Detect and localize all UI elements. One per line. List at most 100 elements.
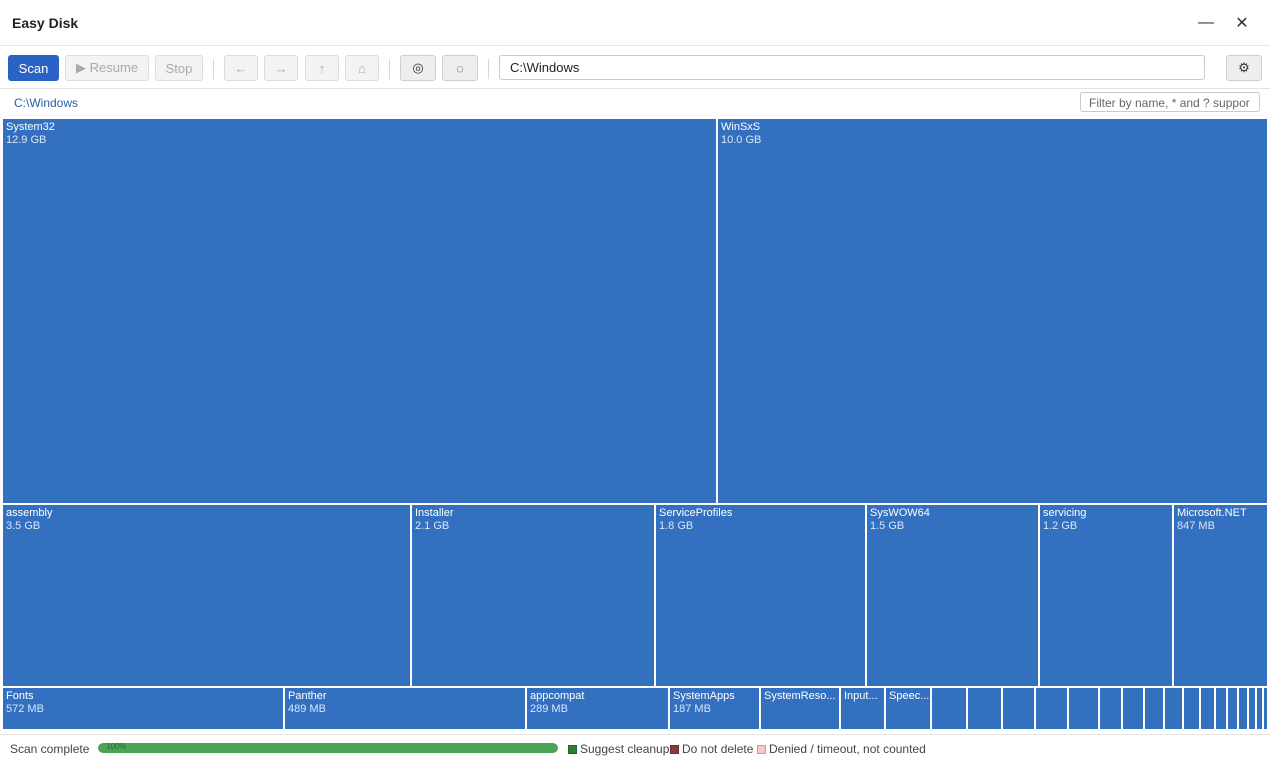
app-title: Easy Disk: [12, 14, 79, 31]
scan-button[interactable]: Scan: [8, 55, 59, 81]
toolbar-separator: [213, 59, 214, 79]
tile-name: Installer: [415, 507, 454, 519]
treemap-tile[interactable]: SysWOW64 1.5 GB: [866, 504, 1039, 687]
treemap-tile[interactable]: Panther 489 MB: [284, 687, 526, 730]
tile-name: WinSxS: [721, 121, 761, 133]
settings-button[interactable]: ⚙: [1226, 55, 1262, 81]
tile-size: 10.0 GB: [721, 134, 762, 146]
breadcrumb[interactable]: C:\Windows: [14, 96, 78, 110]
treemap-tile[interactable]: [1215, 687, 1227, 730]
title-bar: Easy Disk — ✕: [0, 0, 1270, 46]
forward-button[interactable]: →: [264, 55, 298, 81]
tile-name: appcompat: [530, 690, 585, 702]
home-button[interactable]: ⌂: [345, 55, 379, 81]
tile-name: Fonts: [6, 690, 34, 702]
legend-denied: Denied / timeout, not counted: [757, 742, 926, 756]
treemap-tile[interactable]: Speec...: [885, 687, 931, 730]
filter-input[interactable]: Filter by name, * and ? suppor: [1080, 92, 1260, 112]
dotted-circle-icon: ◌: [456, 60, 464, 76]
stop-button[interactable]: Stop: [155, 55, 203, 81]
legend-suggest-cleanup: Suggest cleanup: [568, 742, 669, 756]
treemap-tile[interactable]: ServiceProfiles 1.8 GB: [655, 504, 866, 687]
toolbar-separator: [488, 59, 489, 79]
treemap-tile[interactable]: Fonts 572 MB: [2, 687, 284, 730]
treemap-tile[interactable]: [1164, 687, 1183, 730]
tile-name: servicing: [1043, 507, 1087, 519]
tile-name: Speec...: [889, 690, 930, 702]
treemap-tile[interactable]: SystemApps 187 MB: [669, 687, 760, 730]
legend-swatch: [757, 744, 766, 754]
treemap-tile[interactable]: [1248, 687, 1256, 730]
treemap-tile[interactable]: [1122, 687, 1144, 730]
tile-name: SystemApps: [673, 690, 735, 702]
tile-name: Panther: [288, 690, 327, 702]
tile-size: 289 MB: [530, 703, 568, 715]
treemap-tile[interactable]: [1238, 687, 1248, 730]
tile-size: 489 MB: [288, 703, 326, 715]
back-button[interactable]: ←: [224, 55, 258, 81]
tile-name: SysWOW64: [870, 507, 930, 519]
treemap-tile[interactable]: assembly 3.5 GB: [2, 504, 411, 687]
progress-fill: [98, 743, 558, 753]
tile-size: 2.1 GB: [415, 520, 450, 532]
legend-swatch: [568, 744, 577, 754]
legend-do-not-delete: Do not delete: [670, 742, 753, 756]
treemap-tile[interactable]: Installer 2.1 GB: [411, 504, 655, 687]
scan-progress-bar: 100%: [98, 743, 558, 753]
minimize-button[interactable]: —: [1191, 10, 1221, 36]
treemap-tile[interactable]: [1068, 687, 1099, 730]
tile-size: 187 MB: [673, 703, 711, 715]
treemap-tile[interactable]: [1099, 687, 1122, 730]
close-button[interactable]: ✕: [1227, 10, 1257, 36]
treemap-tile[interactable]: WinSxS 10.0 GB: [717, 118, 1268, 504]
treemap-tile[interactable]: appcompat 289 MB: [526, 687, 669, 730]
treemap-tile[interactable]: System32 12.9 GB: [2, 118, 717, 504]
treemap-tile[interactable]: [1183, 687, 1200, 730]
path-input[interactable]: C:\Windows: [499, 55, 1205, 80]
tile-name: SystemReso...: [764, 690, 836, 702]
target-button[interactable]: ◎: [400, 55, 436, 81]
toolbar-separator: [389, 59, 390, 79]
status-bar: Scan complete 100% Suggest cleanup Do no…: [0, 734, 1270, 760]
tile-size: 1.5 GB: [870, 520, 905, 532]
resume-button[interactable]: ▶ Resume: [65, 55, 149, 81]
treemap-tile[interactable]: [1002, 687, 1035, 730]
tile-name: Input...: [844, 690, 878, 702]
status-text: Scan complete: [10, 742, 90, 756]
tile-size: 847 MB: [1177, 520, 1215, 532]
tile-size: 1.2 GB: [1043, 520, 1078, 532]
legend-label: Denied / timeout, not counted: [769, 742, 926, 756]
tile-name: Microsoft.NET: [1177, 507, 1247, 519]
tile-size: 3.5 GB: [6, 520, 41, 532]
arrow-up-icon: ↑: [318, 60, 326, 76]
legend-label: Do not delete: [682, 742, 754, 756]
dotted-circle-button[interactable]: ◌: [442, 55, 478, 81]
home-icon: ⌂: [358, 60, 366, 76]
tile-size: 12.9 GB: [6, 134, 47, 146]
tile-size: 572 MB: [6, 703, 44, 715]
legend-swatch: [670, 744, 679, 754]
arrow-right-icon: →: [274, 60, 288, 76]
tile-name: System32: [6, 121, 55, 133]
treemap-tile[interactable]: SystemReso...: [760, 687, 840, 730]
tile-name: assembly: [6, 507, 53, 519]
treemap-tile[interactable]: [1144, 687, 1164, 730]
tile-size: 1.8 GB: [659, 520, 694, 532]
treemap-tile[interactable]: [1035, 687, 1068, 730]
arrow-left-icon: ←: [234, 60, 248, 76]
treemap-tile[interactable]: [1263, 687, 1268, 730]
treemap-tile[interactable]: [1200, 687, 1215, 730]
treemap-tile[interactable]: [1256, 687, 1263, 730]
legend-label: Suggest cleanup: [580, 742, 670, 756]
tile-name: ServiceProfiles: [659, 507, 733, 519]
gear-icon: ⚙: [1238, 60, 1250, 75]
treemap-tile[interactable]: Input...: [840, 687, 885, 730]
treemap-tile[interactable]: [931, 687, 967, 730]
up-button[interactable]: ↑: [305, 55, 339, 81]
treemap-tile[interactable]: [1227, 687, 1238, 730]
target-icon: ◎: [412, 60, 424, 75]
treemap-tile[interactable]: [967, 687, 1002, 730]
treemap-tile[interactable]: servicing 1.2 GB: [1039, 504, 1173, 687]
treemap-tile[interactable]: Microsoft.NET 847 MB: [1173, 504, 1268, 687]
treemap: System32 12.9 GB WinSxS 10.0 GB assembly…: [0, 117, 1270, 731]
